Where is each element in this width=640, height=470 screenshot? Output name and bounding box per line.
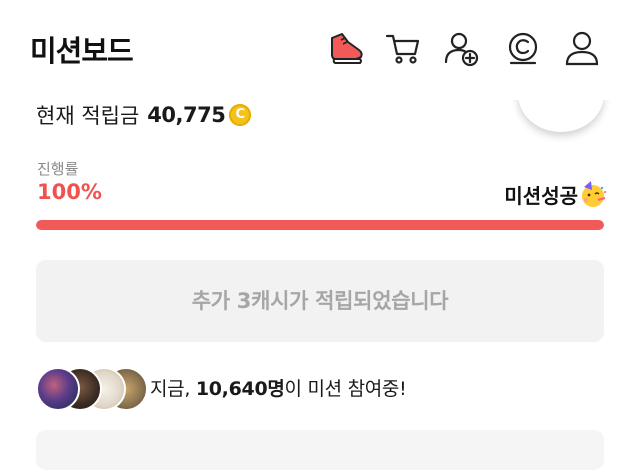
progress-bar: [36, 220, 604, 230]
progress-label: 진행률: [37, 160, 79, 178]
progress-fill: [36, 220, 604, 230]
participant-avatar: [36, 367, 80, 411]
coin-icon: [229, 104, 252, 126]
balance-row: 현재 적립금 40,775: [36, 100, 252, 130]
participant-avatars: [36, 365, 148, 411]
sneaker-icon[interactable]: [326, 28, 366, 68]
progress-value: 100%: [37, 180, 102, 204]
participants-count: 10,640명: [195, 377, 285, 400]
participants-text: 지금, 10,640명이 미션 참여중!: [150, 374, 407, 401]
participants-row: 지금, 10,640명이 미션 참여중!: [36, 364, 407, 411]
party-face-icon: [578, 179, 608, 209]
next-card: [36, 430, 604, 470]
cart-icon[interactable]: [383, 28, 423, 68]
profile-icon[interactable]: [562, 28, 602, 68]
cash-reward-button[interactable]: 추가 3캐시가 적립되었습니다: [36, 260, 604, 342]
page-title: 미션보드: [30, 34, 134, 68]
app-header: 미션보드: [0, 0, 640, 96]
participants-suffix: 이 미션 참여중!: [284, 377, 407, 400]
balance-label: 현재 적립금: [36, 104, 140, 128]
balance-amount: 40,775: [147, 103, 226, 127]
copyright-coin-icon[interactable]: [503, 28, 543, 68]
mission-status: 미션성공: [504, 184, 578, 208]
participants-prefix: 지금,: [150, 377, 196, 400]
add-friend-icon[interactable]: [441, 28, 481, 68]
